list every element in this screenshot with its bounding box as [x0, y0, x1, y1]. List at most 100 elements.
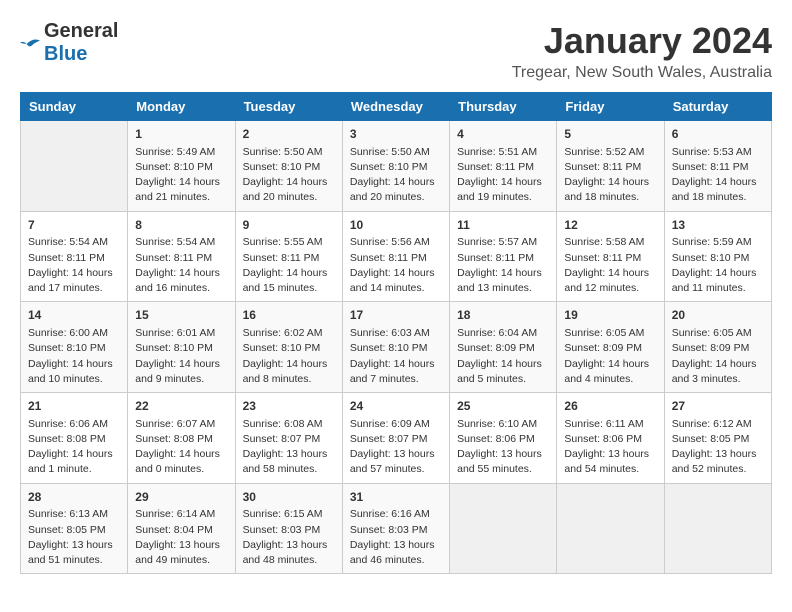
calendar-cell: 2 Sunrise: 5:50 AM Sunset: 8:10 PM Daylig… [235, 121, 342, 212]
day-number: 1 [135, 126, 227, 143]
day-info: Sunrise: 5:57 AM Sunset: 8:11 PM Dayligh… [457, 235, 549, 296]
day-number: 31 [350, 489, 442, 506]
day-info: Sunrise: 6:08 AM Sunset: 8:07 PM Dayligh… [243, 417, 335, 478]
calendar-cell: 5 Sunrise: 5:52 AM Sunset: 8:11 PM Daylig… [557, 121, 664, 212]
weekday-header-thursday: Thursday [450, 93, 557, 121]
day-number: 12 [564, 217, 656, 234]
day-number: 30 [243, 489, 335, 506]
weekday-header-friday: Friday [557, 93, 664, 121]
calendar-table: SundayMondayTuesdayWednesdayThursdayFrid… [20, 92, 772, 574]
logo-bird-icon [20, 37, 40, 51]
calendar-cell: 30Sunrise: 6:15 AM Sunset: 8:03 PM Dayli… [235, 483, 342, 574]
day-info: Sunrise: 5:52 AM Sunset: 8:11 PM Dayligh… [564, 145, 656, 206]
day-number: 22 [135, 398, 227, 415]
weekday-header-row: SundayMondayTuesdayWednesdayThursdayFrid… [21, 93, 772, 121]
calendar-week-row: 1Sunrise: 5:49 AM Sunset: 8:10 PM Daylig… [21, 121, 772, 212]
day-info: Sunrise: 5:51 AM Sunset: 8:11 PM Dayligh… [457, 145, 549, 206]
day-info: Sunrise: 6:10 AM Sunset: 8:06 PM Dayligh… [457, 417, 549, 478]
calendar-cell: 25 Sunrise: 6:10 AM Sunset: 8:06 PM Dayli… [450, 393, 557, 484]
day-number: 10 [350, 217, 442, 234]
day-info: Sunrise: 5:53 AM Sunset: 8:11 PM Dayligh… [672, 145, 764, 206]
calendar-cell: 8Sunrise: 5:54 AM Sunset: 8:11 PM Daylig… [128, 211, 235, 302]
weekday-header-wednesday: Wednesday [342, 93, 449, 121]
day-info: Sunrise: 6:01 AM Sunset: 8:10 PM Dayligh… [135, 326, 227, 387]
logo-text-general: General [44, 20, 118, 42]
calendar-cell: 11Sunrise: 5:57 AM Sunset: 8:11 PM Dayli… [450, 211, 557, 302]
day-info: Sunrise: 6:12 AM Sunset: 8:05 PM Dayligh… [672, 417, 764, 478]
day-info: Sunrise: 6:02 AM Sunset: 8:10 PM Dayligh… [243, 326, 335, 387]
weekday-header-tuesday: Tuesday [235, 93, 342, 121]
day-number: 20 [672, 307, 764, 324]
day-info: Sunrise: 6:15 AM Sunset: 8:03 PM Dayligh… [243, 507, 335, 568]
day-info: Sunrise: 6:07 AM Sunset: 8:08 PM Dayligh… [135, 417, 227, 478]
day-number: 3 [350, 126, 442, 143]
day-number: 28 [28, 489, 120, 506]
day-info: Sunrise: 6:03 AM Sunset: 8:10 PM Dayligh… [350, 326, 442, 387]
day-info: Sunrise: 6:11 AM Sunset: 8:06 PM Dayligh… [564, 417, 656, 478]
day-info: Sunrise: 6:16 AM Sunset: 8:03 PM Dayligh… [350, 507, 442, 568]
day-number: 18 [457, 307, 549, 324]
day-info: Sunrise: 5:55 AM Sunset: 8:11 PM Dayligh… [243, 235, 335, 296]
day-number: 25 [457, 398, 549, 415]
calendar-cell: 15Sunrise: 6:01 AM Sunset: 8:10 PM Dayli… [128, 302, 235, 393]
day-info: Sunrise: 6:05 AM Sunset: 8:09 PM Dayligh… [672, 326, 764, 387]
day-number: 23 [243, 398, 335, 415]
calendar-week-row: 28Sunrise: 6:13 AM Sunset: 8:05 PM Dayli… [21, 483, 772, 574]
calendar-cell: 9Sunrise: 5:55 AM Sunset: 8:11 PM Daylig… [235, 211, 342, 302]
calendar-cell: 26 Sunrise: 6:11 AM Sunset: 8:06 PM Dayli… [557, 393, 664, 484]
calendar-cell: 23 Sunrise: 6:08 AM Sunset: 8:07 PM Dayli… [235, 393, 342, 484]
day-number: 5 [564, 126, 656, 143]
day-info: Sunrise: 5:54 AM Sunset: 8:11 PM Dayligh… [28, 235, 120, 296]
calendar-cell: 29Sunrise: 6:14 AM Sunset: 8:04 PM Dayli… [128, 483, 235, 574]
day-number: 9 [243, 217, 335, 234]
header: General Blue January 2024 Tregear, New S… [20, 20, 772, 82]
weekday-header-monday: Monday [128, 93, 235, 121]
day-number: 8 [135, 217, 227, 234]
day-number: 17 [350, 307, 442, 324]
calendar-cell: 6 Sunrise: 5:53 AM Sunset: 8:11 PM Daylig… [664, 121, 771, 212]
day-info: Sunrise: 6:06 AM Sunset: 8:08 PM Dayligh… [28, 417, 120, 478]
calendar-cell: 28Sunrise: 6:13 AM Sunset: 8:05 PM Dayli… [21, 483, 128, 574]
calendar-cell: 14Sunrise: 6:00 AM Sunset: 8:10 PM Dayli… [21, 302, 128, 393]
calendar-week-row: 14Sunrise: 6:00 AM Sunset: 8:10 PM Dayli… [21, 302, 772, 393]
calendar-cell: 18 Sunrise: 6:04 AM Sunset: 8:09 PM Dayli… [450, 302, 557, 393]
day-info: Sunrise: 5:50 AM Sunset: 8:10 PM Dayligh… [350, 145, 442, 206]
day-number: 29 [135, 489, 227, 506]
day-info: Sunrise: 6:14 AM Sunset: 8:04 PM Dayligh… [135, 507, 227, 568]
day-info: Sunrise: 5:54 AM Sunset: 8:11 PM Dayligh… [135, 235, 227, 296]
weekday-header-saturday: Saturday [664, 93, 771, 121]
day-number: 21 [28, 398, 120, 415]
day-number: 24 [350, 398, 442, 415]
day-number: 2 [243, 126, 335, 143]
calendar-cell: 20 Sunrise: 6:05 AM Sunset: 8:09 PM Dayli… [664, 302, 771, 393]
title-area: January 2024 Tregear, New South Wales, A… [512, 20, 772, 82]
day-number: 16 [243, 307, 335, 324]
day-number: 13 [672, 217, 764, 234]
calendar-cell: 13Sunrise: 5:59 AM Sunset: 8:10 PM Dayli… [664, 211, 771, 302]
calendar-cell: 12Sunrise: 5:58 AM Sunset: 8:11 PM Dayli… [557, 211, 664, 302]
calendar-cell [450, 483, 557, 574]
calendar-cell: 21 Sunrise: 6:06 AM Sunset: 8:08 PM Dayli… [21, 393, 128, 484]
day-number: 26 [564, 398, 656, 415]
day-info: Sunrise: 6:04 AM Sunset: 8:09 PM Dayligh… [457, 326, 549, 387]
calendar-cell [664, 483, 771, 574]
day-info: Sunrise: 6:00 AM Sunset: 8:10 PM Dayligh… [28, 326, 120, 387]
day-info: Sunrise: 6:09 AM Sunset: 8:07 PM Dayligh… [350, 417, 442, 478]
calendar-cell: 17 Sunrise: 6:03 AM Sunset: 8:10 PM Dayli… [342, 302, 449, 393]
calendar-week-row: 7Sunrise: 5:54 AM Sunset: 8:11 PM Daylig… [21, 211, 772, 302]
day-info: Sunrise: 5:50 AM Sunset: 8:10 PM Dayligh… [243, 145, 335, 206]
calendar-cell: 16 Sunrise: 6:02 AM Sunset: 8:10 PM Dayli… [235, 302, 342, 393]
day-number: 27 [672, 398, 764, 415]
calendar-title: January 2024 [512, 20, 772, 62]
day-number: 6 [672, 126, 764, 143]
weekday-header-sunday: Sunday [21, 93, 128, 121]
calendar-cell: 31Sunrise: 6:16 AM Sunset: 8:03 PM Dayli… [342, 483, 449, 574]
day-info: Sunrise: 5:59 AM Sunset: 8:10 PM Dayligh… [672, 235, 764, 296]
day-info: Sunrise: 6:13 AM Sunset: 8:05 PM Dayligh… [28, 507, 120, 568]
day-number: 4 [457, 126, 549, 143]
calendar-subtitle: Tregear, New South Wales, Australia [512, 64, 772, 82]
calendar-week-row: 21 Sunrise: 6:06 AM Sunset: 8:08 PM Dayli… [21, 393, 772, 484]
calendar-cell: 1Sunrise: 5:49 AM Sunset: 8:10 PM Daylig… [128, 121, 235, 212]
day-number: 7 [28, 217, 120, 234]
calendar-cell: 10Sunrise: 5:56 AM Sunset: 8:11 PM Dayli… [342, 211, 449, 302]
